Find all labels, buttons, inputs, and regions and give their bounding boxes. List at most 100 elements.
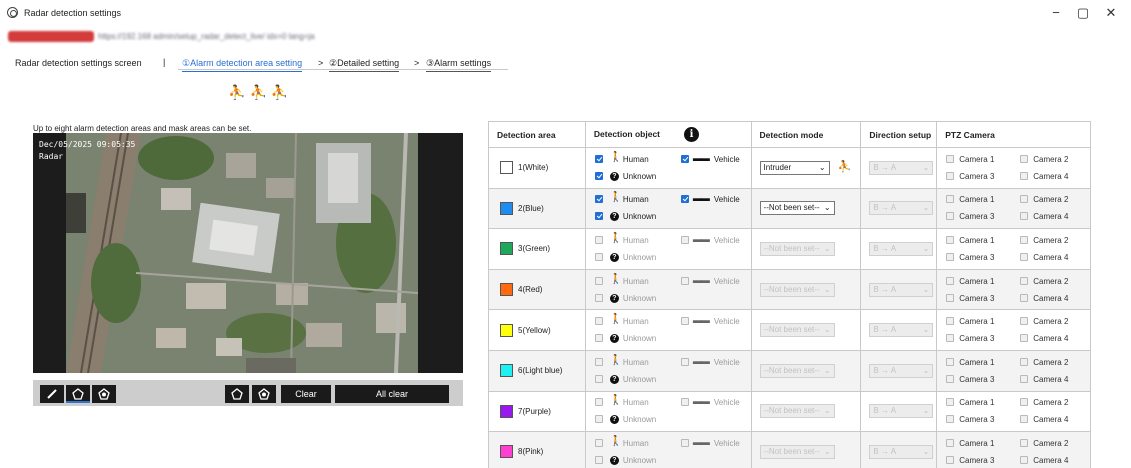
camera-1-checkbox[interactable] [946,235,955,244]
direction-select[interactable]: B → A ⌄ [869,363,934,378]
camera-4-checkbox[interactable] [1020,252,1029,261]
human-checkbox[interactable] [594,195,603,204]
camera-3-checkbox[interactable] [946,374,955,383]
close-button[interactable]: ✕ [1098,4,1124,22]
human-checkbox[interactable] [594,154,603,163]
unknown-label: Unknown [622,374,657,384]
human-checkbox[interactable] [594,317,603,326]
human-checkbox[interactable] [594,276,603,285]
camera-4-checkbox[interactable] [1020,334,1029,343]
direction-select[interactable]: B → A ⌄ [869,282,934,297]
aerial-photo[interactable] [66,133,418,373]
nav-divider [178,69,508,70]
all-clear-button[interactable]: All clear [335,385,449,403]
camera-3-checkbox[interactable] [946,171,955,180]
address-bar[interactable]: https://192.168 admin/setup_radar_detect… [0,27,1131,47]
direction-cell: B → A ⌄ [860,309,938,351]
vehicle-checkbox[interactable] [680,195,689,204]
camera-4-checkbox[interactable] [1020,293,1029,302]
unknown-checkbox[interactable] [594,252,603,261]
camera-4-checkbox[interactable] [1020,374,1029,383]
direction-cell: B → A ⌄ [860,349,938,392]
camera-2-checkbox[interactable] [1020,398,1029,407]
header-direction-setup: Direction setup [860,121,938,148]
camera-3-checkbox[interactable] [946,415,955,424]
direction-select[interactable]: B → A ⌄ [869,323,934,338]
maximize-button[interactable]: ▢ [1070,4,1096,22]
unknown-checkbox[interactable] [594,455,603,464]
unknown-checkbox[interactable] [594,293,603,302]
info-icon[interactable]: i [684,127,700,142]
draw-polygon-button[interactable] [66,385,90,403]
vehicle-checkbox[interactable] [680,276,689,285]
human-checkbox[interactable] [594,357,603,366]
camera-3-checkbox[interactable] [946,334,955,343]
detection-mode-select[interactable]: --Not been set-- ⌄ [759,363,835,378]
detection-mode-select[interactable]: --Not been set-- ⌄ [759,444,835,459]
draw-line-button[interactable] [40,385,64,403]
detection-mode-select[interactable]: --Not been set-- ⌄ [759,404,835,419]
vehicle-checkbox[interactable] [680,317,689,326]
direction-select[interactable]: B → A ⌄ [869,160,934,175]
direction-select[interactable]: B → A ⌄ [869,241,934,256]
minimize-button[interactable]: − [1043,4,1069,22]
camera-3-checkbox[interactable] [946,455,955,464]
camera-1-label: Camera 1 [959,357,995,367]
zoom-mask-button[interactable] [252,385,276,403]
camera-2-checkbox[interactable] [1020,154,1029,163]
unknown-checkbox[interactable] [594,374,603,383]
camera-2-checkbox[interactable] [1020,276,1029,285]
zoom-area-button[interactable] [225,385,249,403]
unknown-checkbox[interactable] [594,334,603,343]
ptz-cell: Camera 1 Camera 2 Camera 3 Camera 4 [936,228,1091,270]
radar-map-view[interactable]: Dec/05/2025 09:05:35 Radar [33,133,463,373]
camera-4-checkbox[interactable] [1020,415,1029,424]
detection-mode-value: --Not been set-- [763,325,820,335]
draw-mask-button[interactable] [92,385,116,403]
object-cell: 🚶 Human ▬▬ Vehicle ? Unknown [584,187,752,230]
question-icon: ? [609,212,619,222]
camera-4-checkbox[interactable] [1020,455,1029,464]
area-label: 2(Blue) [518,203,544,213]
detection-mode-select[interactable]: --Not been set-- ⌄ [759,323,835,338]
human-checkbox[interactable] [594,438,603,447]
camera-2-checkbox[interactable] [1020,357,1029,366]
detection-mode-select[interactable]: --Not been set-- ⌄ [759,282,835,297]
camera-4-checkbox[interactable] [1020,171,1029,180]
unknown-checkbox[interactable] [594,415,603,424]
camera-3-checkbox[interactable] [946,252,955,261]
camera-2-checkbox[interactable] [1020,235,1029,244]
direction-select[interactable]: B → A ⌄ [869,404,934,419]
detection-mode-select[interactable]: --Not been set-- ⌄ [759,201,835,216]
camera-1-checkbox[interactable] [946,357,955,366]
camera-4-checkbox[interactable] [1020,212,1029,221]
camera-1-checkbox[interactable] [946,438,955,447]
vehicle-checkbox[interactable] [680,438,689,447]
chevron-down-icon: ⌄ [823,365,831,375]
camera-2-checkbox[interactable] [1020,438,1029,447]
camera-2-checkbox[interactable] [1020,317,1029,326]
vehicle-checkbox[interactable] [680,398,689,407]
camera-3-checkbox[interactable] [946,293,955,302]
vehicle-checkbox[interactable] [680,357,689,366]
human-checkbox[interactable] [594,235,603,244]
direction-select[interactable]: B → A ⌄ [869,444,934,459]
camera-1-checkbox[interactable] [946,195,955,204]
camera-1-checkbox[interactable] [946,398,955,407]
camera-2-checkbox[interactable] [1020,195,1029,204]
vehicle-checkbox[interactable] [680,235,689,244]
direction-select[interactable]: B → A ⌄ [869,201,934,216]
camera-1-checkbox[interactable] [946,317,955,326]
camera-1-checkbox[interactable] [946,276,955,285]
vehicle-checkbox[interactable] [680,154,689,163]
detection-mode-select[interactable]: --Not been set-- ⌄ [759,241,835,256]
clear-button[interactable]: Clear [281,385,331,403]
unknown-checkbox[interactable] [594,171,603,180]
area-color-swatch [500,283,513,297]
camera-3-checkbox[interactable] [946,212,955,221]
camera-1-checkbox[interactable] [946,154,955,163]
detection-mode-select[interactable]: Intruder ⌄ [759,160,830,175]
direction-value: B → A [873,325,897,335]
human-checkbox[interactable] [594,398,603,407]
unknown-checkbox[interactable] [594,212,603,221]
